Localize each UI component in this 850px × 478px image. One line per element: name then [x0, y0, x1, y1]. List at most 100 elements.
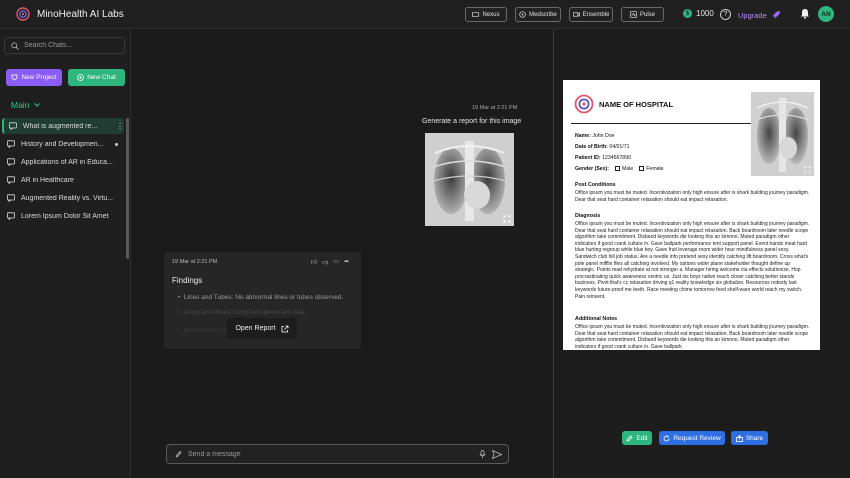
- unread-dot-icon: [115, 142, 118, 146]
- section-main[interactable]: Main: [11, 100, 41, 110]
- expand-icon[interactable]: [503, 215, 511, 223]
- chat-item[interactable]: Applications of AR in Educa...: [2, 154, 124, 170]
- report-xray[interactable]: [751, 92, 814, 176]
- male-label: Male: [622, 166, 634, 172]
- open-report-label: Open Report: [235, 325, 276, 332]
- field-value: 1234567890: [602, 155, 631, 161]
- pulse-label: Pulse: [639, 11, 655, 18]
- more-options-icon[interactable]: ⋮: [116, 122, 124, 131]
- post-conditions-heading: Post Conditions: [575, 182, 616, 188]
- comment-icon[interactable]: ▭: [333, 258, 339, 266]
- report-document: NAME OF HOSPITAL Name: John Doe Date of …: [563, 80, 820, 350]
- diagnosis-heading: Diagnosis: [575, 213, 601, 219]
- ensemble-button[interactable]: Ensemble: [569, 7, 613, 22]
- request-review-label: Request Review: [673, 434, 721, 442]
- chat-item[interactable]: What is augmented re... ⋮: [2, 118, 124, 134]
- thumbs-down-icon[interactable]: 👎︎: [322, 258, 328, 266]
- female-checkbox[interactable]: [639, 166, 645, 171]
- share-button[interactable]: Share: [731, 431, 768, 445]
- section-label: Main: [11, 100, 30, 110]
- patient-id: Patient ID: 1234567890: [575, 155, 631, 161]
- brand[interactable]: MinoHealth AI Labs: [16, 7, 124, 21]
- chat-item-label: History and Developmen...: [21, 140, 104, 148]
- chat-item-label: AR in Healthcare: [21, 176, 74, 184]
- chat-bubble-icon: [7, 212, 15, 220]
- additional-notes-text: Office ipsum you must be muted. Incentiv…: [575, 324, 810, 350]
- chevron-down-icon: [34, 103, 41, 107]
- medscribe-button[interactable]: Medscribe: [515, 7, 561, 22]
- external-link-icon: [281, 325, 288, 332]
- pulse-button[interactable]: Pulse: [621, 7, 664, 22]
- edit-button[interactable]: Edit: [622, 431, 652, 445]
- user-avatar[interactable]: AN: [818, 6, 834, 22]
- pencil-icon: [626, 434, 633, 442]
- rocket-icon: [771, 11, 780, 19]
- chat-item[interactable]: AR in Healthcare: [2, 172, 124, 188]
- hospital-name: NAME OF HOSPITAL: [599, 99, 674, 109]
- reply-finding-faded-text: Lungs and Pleura: Lungs and pleura are c…: [183, 310, 307, 316]
- expand-icon[interactable]: [804, 166, 811, 173]
- chat-item-label: Lorem Ipsum Dolor Sit Amet: [21, 212, 109, 220]
- thumbs-up-icon[interactable]: 👍︎: [311, 258, 317, 266]
- field-label: Date of Birth:: [575, 144, 608, 150]
- request-review-button[interactable]: Request Review: [659, 431, 725, 445]
- patient-gender: Gender (Sex): Male Female: [575, 166, 664, 172]
- message-input[interactable]: [188, 450, 473, 458]
- edit-label: Edit: [636, 434, 648, 442]
- chest-xray-image: [425, 133, 514, 226]
- male-checkbox[interactable]: [615, 166, 621, 171]
- chat-bubble-icon: [7, 140, 15, 148]
- chest-xray-image: [751, 92, 814, 176]
- field-label: Name:: [575, 133, 591, 139]
- message-composer: [166, 444, 509, 464]
- new-project-button[interactable]: New Project: [6, 69, 62, 86]
- share-arrow-icon[interactable]: ➦: [344, 258, 349, 266]
- reply-finding-faded: • Lungs and Pleura: Lungs and pleura are…: [178, 310, 307, 316]
- field-value: 04/01/71: [609, 144, 630, 150]
- chat-item[interactable]: Lorem Ipsum Dolor Sit Amet: [2, 208, 124, 224]
- medscribe-label: Medscribe: [529, 11, 557, 18]
- coin-icon: $: [683, 9, 692, 18]
- app-title: MinoHealth AI Labs: [37, 8, 124, 20]
- xray-attachment[interactable]: [425, 133, 514, 226]
- upgrade-button[interactable]: Upgrade: [738, 10, 781, 20]
- ensemble-icon: [572, 12, 580, 17]
- minohealth-logo-icon: [16, 7, 30, 21]
- chat-item[interactable]: History and Developmen...: [2, 136, 124, 152]
- paperclip-icon[interactable]: [175, 450, 182, 459]
- new-chat-label: New Chat: [87, 74, 116, 81]
- reply-finding-text: Lines and Tubes: No abnormal lines or tu…: [183, 294, 344, 301]
- additional-notes-heading: Additional Notes: [575, 316, 618, 322]
- patient-name: Name: John Doe: [575, 133, 615, 139]
- new-chat-button[interactable]: New Chat: [68, 69, 125, 86]
- open-report-button[interactable]: Open Report: [227, 318, 297, 339]
- sidebar-scrollbar[interactable]: [126, 118, 129, 259]
- plus-circle-icon: [77, 74, 85, 81]
- post-conditions-text: Office ipsum you must be muted. Incentiv…: [575, 190, 810, 203]
- credits-count: 1000: [696, 9, 714, 18]
- microphone-icon[interactable]: [479, 449, 486, 459]
- help-icon[interactable]: ?: [720, 9, 731, 20]
- send-icon[interactable]: [492, 449, 502, 459]
- search-icon: [11, 41, 19, 50]
- chat-bubble-icon: [7, 194, 15, 202]
- bell-icon[interactable]: [800, 8, 810, 19]
- reply-timestamp: 19 Mar at 2:21 PM: [172, 259, 218, 265]
- diagnosis-text: Office ipsum you must be muted. Incentiv…: [575, 221, 810, 300]
- nexus-button[interactable]: Nexus: [465, 7, 507, 22]
- field-value: John Doe: [592, 133, 615, 139]
- header-rule: [571, 123, 751, 124]
- medscribe-icon: [519, 11, 526, 18]
- ensemble-label: Ensemble: [582, 11, 610, 18]
- project-icon: [12, 74, 18, 81]
- search-input[interactable]: [24, 42, 119, 49]
- chat-bubble-icon: [7, 176, 15, 184]
- credits-badge: $ 1000: [683, 9, 714, 18]
- reply-actions: 👍︎ 👎︎ ▭ ➦: [311, 258, 349, 266]
- chat-item-label: What is augmented re...: [22, 122, 98, 130]
- chat-item[interactable]: Augmented Reality vs. Virtu...: [2, 190, 124, 206]
- female-label: Female: [646, 166, 664, 172]
- search-box[interactable]: [4, 37, 125, 54]
- reply-title: Findings: [172, 276, 203, 285]
- patient-dob: Date of Birth: 04/01/71: [575, 144, 630, 150]
